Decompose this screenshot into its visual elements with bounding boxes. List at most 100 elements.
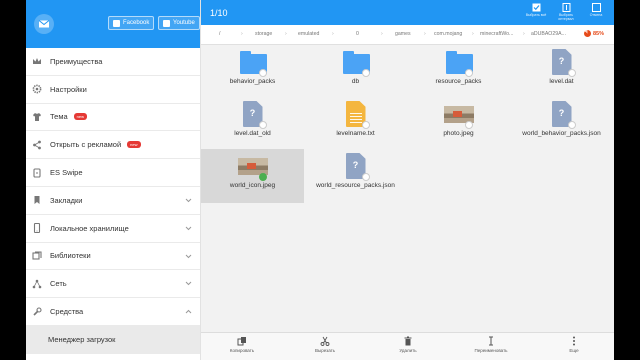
rename-button[interactable]: Переименовать	[466, 336, 516, 353]
breadcrumb-separator: ›	[285, 31, 287, 37]
sidebar-item-label: Менеджер загрузок	[48, 334, 116, 344]
main-panel: 1/10 Выбрать всё Выбрать интервал Отмена…	[201, 0, 614, 360]
breadcrumb-item[interactable]: storage	[255, 31, 272, 37]
sidebar-item-open-with-ads[interactable]: Открыть с рекламой new	[26, 131, 200, 160]
select-checkbox[interactable]	[567, 121, 576, 129]
cut-label: Вырезать	[314, 348, 335, 353]
file-item-selected[interactable]: world_icon.jpeg	[201, 149, 304, 203]
swipe-icon	[32, 168, 42, 178]
more-vertical-icon	[573, 336, 575, 346]
sidebar-item-download-manager[interactable]: Менеджер загрузок	[26, 325, 200, 354]
file-item[interactable]: ? world_resource_packs.json	[304, 149, 407, 203]
file-item[interactable]: resource_packs	[407, 45, 510, 99]
file-item[interactable]: behavior_packs	[201, 45, 304, 99]
sidebar-item-label: Средства	[50, 307, 84, 317]
file-name: photo.jpeg	[443, 130, 474, 137]
shirt-icon	[32, 112, 42, 122]
disk-usage[interactable]: 85%	[583, 30, 604, 37]
youtube-label: Youtube	[173, 20, 195, 26]
facebook-button[interactable]: Facebook	[108, 16, 155, 30]
breadcrumb-item[interactable]: 0	[356, 31, 359, 37]
breadcrumb-item[interactable]: com.mojang	[434, 31, 462, 37]
mail-icon[interactable]	[34, 14, 54, 34]
sidebar-item-label: Библиотеки	[50, 251, 91, 261]
sidebar-item-network[interactable]: Сеть	[26, 270, 200, 299]
file-item[interactable]: ? level.dat_old	[201, 97, 304, 151]
chevron-down-icon[interactable]	[185, 281, 192, 286]
image-thumbnail	[237, 152, 268, 182]
select-all-label: Выбрать всё	[525, 13, 547, 17]
cancel-icon	[591, 3, 601, 12]
select-checkbox[interactable]	[258, 121, 267, 129]
select-checkbox[interactable]	[464, 121, 473, 129]
unknown-file-icon: ?	[547, 100, 577, 130]
select-checkbox[interactable]	[361, 121, 370, 129]
selection-counter: 1/10	[210, 8, 228, 18]
select-checkbox[interactable]	[567, 69, 576, 77]
unknown-file-icon: ?	[547, 48, 577, 78]
sidebar-header: Facebook Youtube	[26, 0, 200, 48]
chevron-up-icon[interactable]	[185, 309, 192, 314]
chevron-down-icon[interactable]	[185, 226, 192, 231]
youtube-button[interactable]: Youtube	[158, 16, 200, 30]
unknown-file-icon: ?	[238, 100, 268, 130]
file-item[interactable]: ? world_behavior_packs.json	[510, 97, 613, 151]
select-checkbox[interactable]	[361, 69, 370, 77]
youtube-icon	[163, 19, 170, 27]
breadcrumb-item[interactable]: minecraftWo...	[480, 31, 513, 37]
breadcrumb-item[interactable]: aDUBAO29A...	[531, 31, 566, 37]
unknown-file-icon: ?	[341, 152, 371, 182]
facebook-label: Facebook	[123, 20, 150, 26]
sidebar-item-bookmarks[interactable]: Закладки	[26, 187, 200, 215]
file-name: levelname.txt	[336, 130, 375, 137]
chevron-down-icon[interactable]	[185, 198, 192, 203]
sidebar-item-theme[interactable]: Тема new	[26, 104, 200, 132]
file-item[interactable]: ? level.dat	[510, 45, 613, 99]
share-icon	[32, 140, 42, 150]
delete-button[interactable]: Удалить	[383, 336, 433, 353]
cancel-button[interactable]: Отмена	[583, 3, 609, 17]
sidebar-item-settings[interactable]: Настройки	[26, 76, 200, 104]
breadcrumb-item[interactable]: games	[395, 31, 411, 37]
sidebar-item-tools[interactable]: Средства	[26, 298, 200, 326]
chevron-down-icon[interactable]	[185, 254, 192, 259]
file-name: world_icon.jpeg	[229, 182, 276, 189]
breadcrumb-item[interactable]: /	[219, 31, 220, 37]
text-cursor-icon	[489, 336, 493, 346]
sidebar-item-local-storage[interactable]: Локальное хранилище	[26, 215, 200, 243]
wrench-icon	[32, 307, 42, 317]
sidebar-item-premium[interactable]: Преимущества	[26, 48, 200, 76]
select-all-button[interactable]: Выбрать всё	[523, 3, 549, 17]
file-item[interactable]: photo.jpeg	[407, 97, 510, 151]
cut-button[interactable]: Вырезать	[300, 336, 350, 353]
sidebar-item-libraries[interactable]: Библиотеки	[26, 243, 200, 271]
breadcrumb-item[interactable]: emulated	[298, 31, 319, 37]
select-interval-button[interactable]: Выбрать интервал	[553, 3, 579, 21]
file-item[interactable]: levelname.txt	[304, 97, 407, 151]
copy-label: Копировать	[229, 348, 255, 353]
file-name: level.dat_old	[234, 130, 271, 137]
more-button[interactable]: Еще	[549, 336, 599, 353]
scissors-icon	[320, 336, 330, 346]
select-checkbox[interactable]	[258, 69, 267, 77]
sidebar-item-label: Открыть с рекламой	[50, 140, 122, 150]
action-bar: Копировать Вырезать Удалить Переименоват…	[201, 332, 614, 360]
app-screen: Facebook Youtube Преимущества Настройки …	[26, 0, 614, 360]
select-checkbox[interactable]	[361, 173, 370, 181]
file-name: resource_packs	[435, 78, 482, 85]
file-item[interactable]: db	[304, 45, 407, 99]
selection-toolbar: 1/10 Выбрать всё Выбрать интервал Отмена	[201, 0, 614, 25]
sidebar-item-label: Локальное хранилище	[50, 223, 129, 233]
sidebar-menu: Преимущества Настройки Тема new Открыть …	[26, 48, 200, 354]
select-checkbox[interactable]	[464, 69, 473, 77]
image-thumbnail	[443, 100, 474, 130]
copy-button[interactable]: Копировать	[217, 336, 267, 353]
breadcrumb-separator: ›	[523, 31, 525, 37]
network-icon	[32, 279, 42, 289]
sidebar-item-label: Сеть	[50, 279, 67, 289]
disk-usage-value: 85%	[592, 30, 604, 37]
checked-icon[interactable]	[258, 173, 267, 181]
breadcrumb-separator: ›	[241, 31, 243, 37]
new-badge: new	[73, 113, 88, 121]
sidebar-item-es-swipe[interactable]: ES Swipe	[26, 159, 200, 187]
